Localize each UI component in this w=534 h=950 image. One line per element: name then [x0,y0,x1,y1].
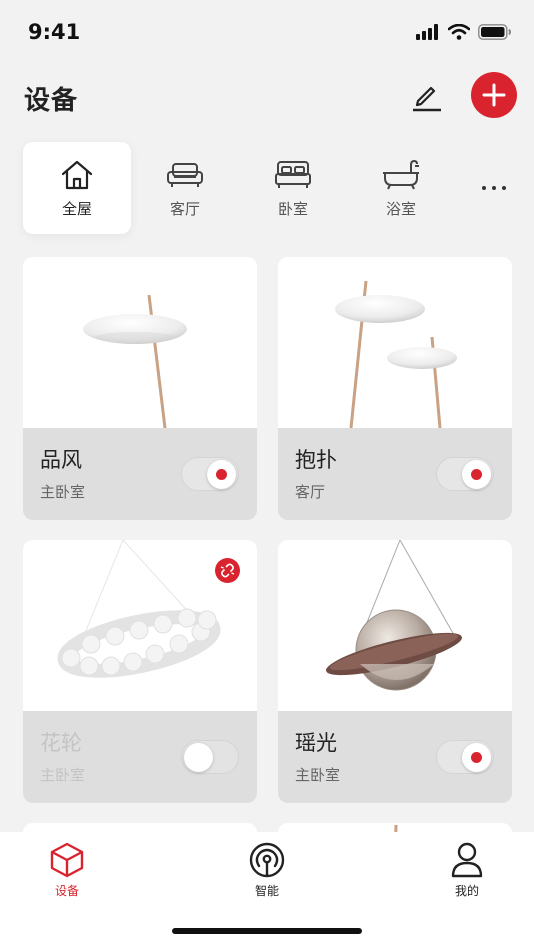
offline-badge [215,558,240,583]
more-dot [492,186,496,190]
home-indicator [172,928,362,934]
device-name: 品风 [40,448,82,472]
more-dot [502,186,506,190]
tab-all-rooms[interactable]: 全屋 [23,142,131,234]
device-name: 花轮 [40,731,82,755]
broadcast-icon [249,842,285,878]
bathtub-icon [383,159,419,190]
device-card[interactable]: 抱扑 客厅 [278,257,512,520]
tab-bedroom[interactable]: 卧室 [239,142,347,234]
device-room: 主卧室 [40,766,86,784]
tab-label: 客厅 [169,200,200,218]
power-toggle[interactable] [181,457,239,491]
device-card[interactable]: 瑶光 主卧室 [278,540,512,803]
sofa-icon [167,163,203,187]
wifi-icon [448,24,470,40]
status-icons [416,24,512,40]
power-toggle[interactable] [436,740,494,774]
tab-label: 卧室 [277,200,308,218]
tab-bathroom[interactable]: 浴室 [347,142,455,234]
power-toggle[interactable] [181,740,239,774]
device-image [23,257,257,429]
device-image [278,257,512,429]
cube-icon [50,842,84,878]
broken-link-icon [220,563,235,578]
nav-smart[interactable]: 智能 [217,840,317,899]
status-bar: 9:41 [0,0,534,64]
pencil-icon [413,86,441,112]
device-name: 抱扑 [295,448,337,472]
device-room: 主卧室 [295,766,341,784]
battery-icon [478,24,511,40]
nav-label: 我的 [454,884,479,898]
device-image [278,540,512,711]
nav-profile[interactable]: 我的 [417,840,517,899]
tab-label: 浴室 [385,200,416,218]
more-rooms-button[interactable] [472,172,516,204]
more-dot [482,186,486,190]
device-room: 主卧室 [40,483,86,501]
device-card[interactable]: 花轮 主卧室 [23,540,257,803]
header: 设备 [0,64,534,130]
device-room: 客厅 [295,483,326,501]
home-icon [61,160,93,190]
edit-button[interactable] [404,74,448,118]
add-device-button[interactable] [471,72,517,118]
device-image [23,540,257,711]
room-tabs: 全屋 客厅 卧室 浴室 [0,142,534,234]
tab-living-room[interactable]: 客厅 [131,142,239,234]
nav-label: 智能 [254,884,279,898]
page-title: 设备 [24,86,79,116]
device-name: 瑶光 [295,731,337,755]
power-toggle[interactable] [436,457,494,491]
nav-devices[interactable]: 设备 [17,840,117,899]
person-icon [451,842,483,878]
plus-icon [482,83,506,107]
status-time: 9:41 [28,20,81,44]
cellular-signal-icon [416,24,438,40]
device-card[interactable]: 品风 主卧室 [23,257,257,520]
nav-label: 设备 [54,884,79,898]
tab-label: 全屋 [61,200,92,218]
bed-icon [275,161,311,188]
